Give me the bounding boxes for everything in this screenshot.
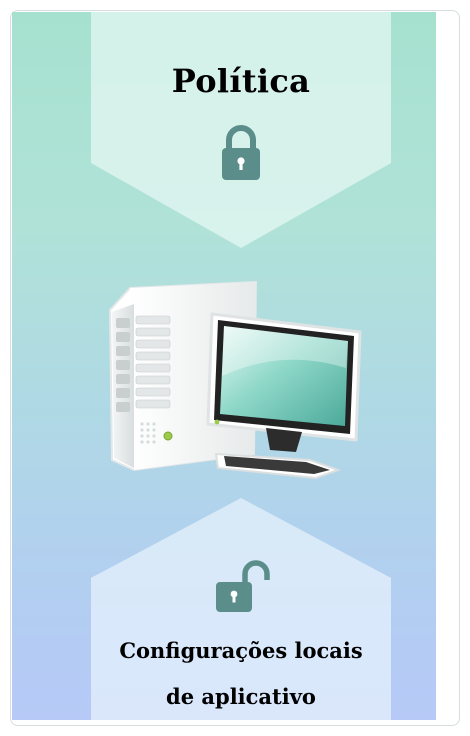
local-settings-label-line1: Configurações locais bbox=[119, 638, 363, 663]
local-settings-label-line2: de aplicativo bbox=[166, 684, 316, 709]
lock-closed-icon bbox=[222, 125, 260, 180]
policy-diagram-panel: Política Configurações locais de aplicat… bbox=[12, 12, 436, 720]
desktop-computer-icon bbox=[108, 280, 362, 480]
lock-open-icon bbox=[216, 560, 270, 612]
policy-title: Política bbox=[171, 62, 311, 100]
